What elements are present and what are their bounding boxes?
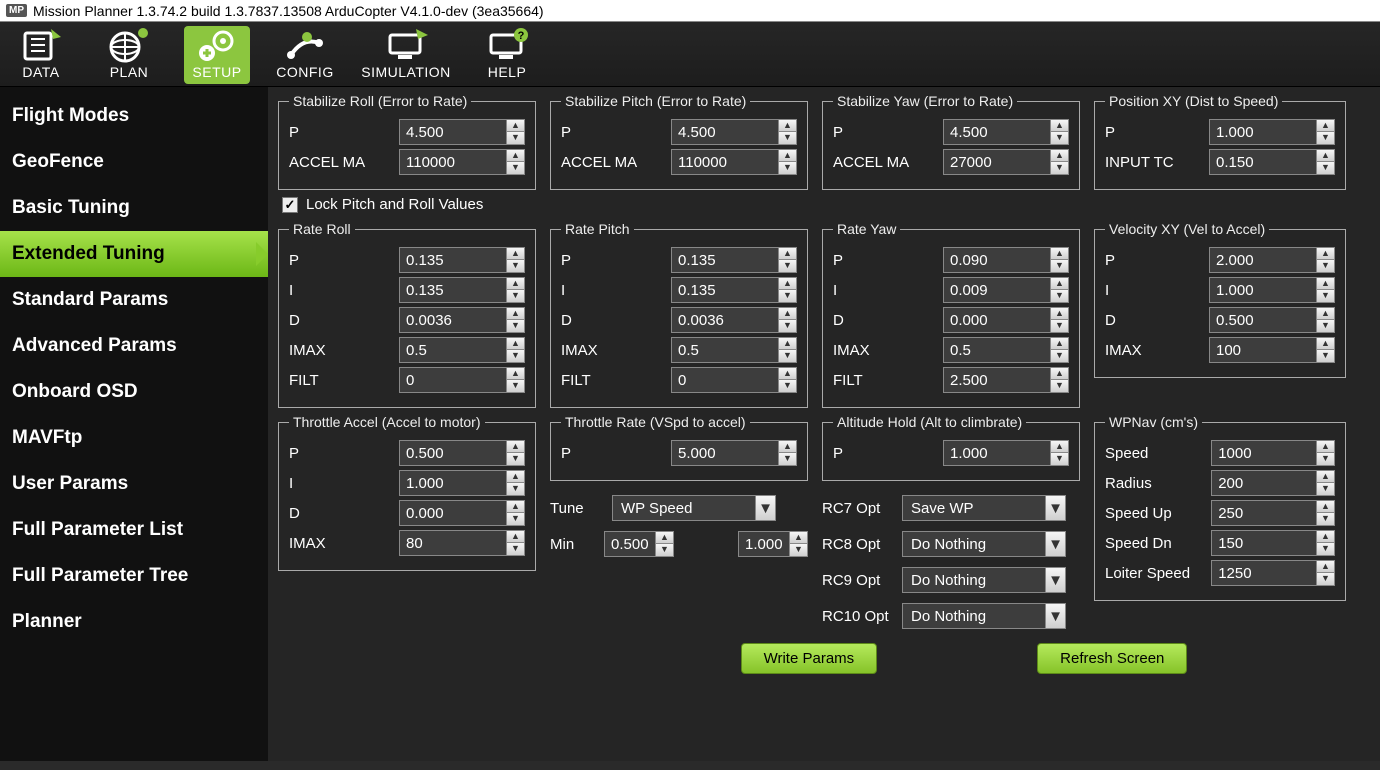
sidebar-item-geofence[interactable]: GeoFence [0,139,268,185]
sidebar-item-user-params[interactable]: User Params [0,461,268,507]
rateyaw-i[interactable]: ▲▼ [943,277,1069,303]
rateyaw-d[interactable]: ▲▼ [943,307,1069,333]
stabroll-p[interactable]: ▲▼ [399,119,525,145]
chevron-down-icon: ▼ [755,496,775,520]
toolbar-config[interactable]: CONFIG [272,26,338,84]
rc7-combo[interactable]: Save WP▼ [902,495,1066,521]
stabroll-accel[interactable]: ▲▼ [399,149,525,175]
wpnav-radius[interactable]: ▲▼ [1211,470,1335,496]
data-icon [17,26,65,64]
rateroll-filt[interactable]: ▲▼ [399,367,525,393]
tune-combo[interactable]: WP Speed▼ [612,495,776,521]
sidebar-item-full-parameter-list[interactable]: Full Parameter List [0,507,268,553]
thraccel-imax[interactable]: ▲▼ [399,530,525,556]
rc8-combo[interactable]: Do Nothing▼ [902,531,1066,557]
refresh-screen-button[interactable]: Refresh Screen [1037,643,1187,674]
chevron-down-icon: ▼ [1045,532,1065,556]
sidebar-item-planner[interactable]: Planner [0,599,268,645]
main-toolbar: DATA PLAN SETUP CONFIG SIMULATION ? HELP [0,22,1380,87]
posxy-inputtc[interactable]: ▲▼ [1209,149,1335,175]
write-params-button[interactable]: Write Params [741,643,878,674]
group-stabilize-yaw: Stabilize Yaw (Error to Rate) P▲▼ ACCEL … [822,93,1080,190]
lock-pitch-roll-checkbox[interactable]: ✓ Lock Pitch and Roll Values [282,196,1370,213]
sidebar-item-extended-tuning[interactable]: Extended Tuning [0,231,268,277]
sidebar-item-standard-params[interactable]: Standard Params [0,277,268,323]
thraccel-d[interactable]: ▲▼ [399,500,525,526]
group-rate-pitch: Rate Pitch P▲▼ I▲▼ D▲▼ IMAX▲▼ FILT▲▼ [550,221,808,408]
sidebar-item-mavftp[interactable]: MAVFtp [0,415,268,461]
simulation-icon [382,26,430,64]
stabyaw-p[interactable]: ▲▼ [943,119,1069,145]
group-stabilize-roll: Stabilize Roll (Error to Rate) P▲▼ ACCEL… [278,93,536,190]
sidebar-item-onboard-osd[interactable]: Onboard OSD [0,369,268,415]
ratepitch-i[interactable]: ▲▼ [671,277,797,303]
velxy-imax[interactable]: ▲▼ [1209,337,1335,363]
rateroll-i[interactable]: ▲▼ [399,277,525,303]
rateroll-d[interactable]: ▲▼ [399,307,525,333]
ratepitch-imax[interactable]: ▲▼ [671,337,797,363]
group-throttle-accel: Throttle Accel (Accel to motor) P▲▼ I▲▼ … [278,414,536,571]
chevron-down-icon: ▼ [1045,568,1065,592]
toolbar-plan[interactable]: PLAN [96,26,162,84]
tune-min[interactable]: ▲▼ [604,531,674,557]
wpnav-speedup[interactable]: ▲▼ [1211,500,1335,526]
app-icon: MP [6,4,27,17]
sidebar-item-basic-tuning[interactable]: Basic Tuning [0,185,268,231]
rateroll-imax[interactable]: ▲▼ [399,337,525,363]
sidebar: Flight Modes GeoFence Basic Tuning Exten… [0,87,268,761]
help-icon: ? [483,26,531,64]
toolbar-data[interactable]: DATA [8,26,74,84]
group-stabilize-pitch: Stabilize Pitch (Error to Rate) P▲▼ ACCE… [550,93,808,190]
wpnav-speeddn[interactable]: ▲▼ [1211,530,1335,556]
rc9-combo[interactable]: Do Nothing▼ [902,567,1066,593]
sidebar-item-advanced-params[interactable]: Advanced Params [0,323,268,369]
sidebar-item-full-parameter-tree[interactable]: Full Parameter Tree [0,553,268,599]
window-titlebar: MP Mission Planner 1.3.74.2 build 1.3.78… [0,0,1380,22]
wpnav-speed[interactable]: ▲▼ [1211,440,1335,466]
chevron-down-icon: ▼ [1045,604,1065,628]
ratepitch-p[interactable]: ▲▼ [671,247,797,273]
thraccel-i[interactable]: ▲▼ [399,470,525,496]
setup-icon [193,26,241,64]
toolbar-simulation[interactable]: SIMULATION [360,26,452,84]
sidebar-item-flight-modes[interactable]: Flight Modes [0,93,268,139]
rc10-combo[interactable]: Do Nothing▼ [902,603,1066,629]
velxy-p[interactable]: ▲▼ [1209,247,1335,273]
stabyaw-accel[interactable]: ▲▼ [943,149,1069,175]
group-velocity-xy: Velocity XY (Vel to Accel) P▲▼ I▲▼ D▲▼ I… [1094,221,1346,378]
althold-p[interactable]: ▲▼ [943,440,1069,466]
window-title: Mission Planner 1.3.74.2 build 1.3.7837.… [33,3,544,19]
ratepitch-filt[interactable]: ▲▼ [671,367,797,393]
toolbar-setup[interactable]: SETUP [184,26,250,84]
toolbar-help[interactable]: ? HELP [474,26,540,84]
chevron-down-icon: ▼ [1045,496,1065,520]
ratepitch-d[interactable]: ▲▼ [671,307,797,333]
thraccel-p[interactable]: ▲▼ [399,440,525,466]
group-rate-yaw: Rate Yaw P▲▼ I▲▼ D▲▼ IMAX▲▼ FILT▲▼ [822,221,1080,408]
rateyaw-imax[interactable]: ▲▼ [943,337,1069,363]
config-icon [281,26,329,64]
svg-text:?: ? [518,30,525,42]
stabpitch-p[interactable]: ▲▼ [671,119,797,145]
group-wpnav: WPNav (cm's) Speed▲▼ Radius▲▼ Speed Up▲▼… [1094,414,1346,601]
posxy-p[interactable]: ▲▼ [1209,119,1335,145]
rateroll-p[interactable]: ▲▼ [399,247,525,273]
rateyaw-p[interactable]: ▲▼ [943,247,1069,273]
group-altitude-hold: Altitude Hold (Alt to climbrate) P▲▼ [822,414,1080,481]
tune-max[interactable]: ▲▼ [738,531,808,557]
main-panel: Stabilize Roll (Error to Rate) P▲▼ ACCEL… [268,87,1380,761]
checkbox-icon: ✓ [282,197,298,213]
thrrate-p[interactable]: ▲▼ [671,440,797,466]
velxy-i[interactable]: ▲▼ [1209,277,1335,303]
group-rate-roll: Rate Roll P▲▼ I▲▼ D▲▼ IMAX▲▼ FILT▲▼ [278,221,536,408]
group-position-xy: Position XY (Dist to Speed) P▲▼ INPUT TC… [1094,93,1346,190]
stabpitch-accel[interactable]: ▲▼ [671,149,797,175]
plan-icon [105,26,153,64]
rateyaw-filt[interactable]: ▲▼ [943,367,1069,393]
wpnav-loiter[interactable]: ▲▼ [1211,560,1335,586]
group-throttle-rate: Throttle Rate (VSpd to accel) P▲▼ [550,414,808,481]
velxy-d[interactable]: ▲▼ [1209,307,1335,333]
